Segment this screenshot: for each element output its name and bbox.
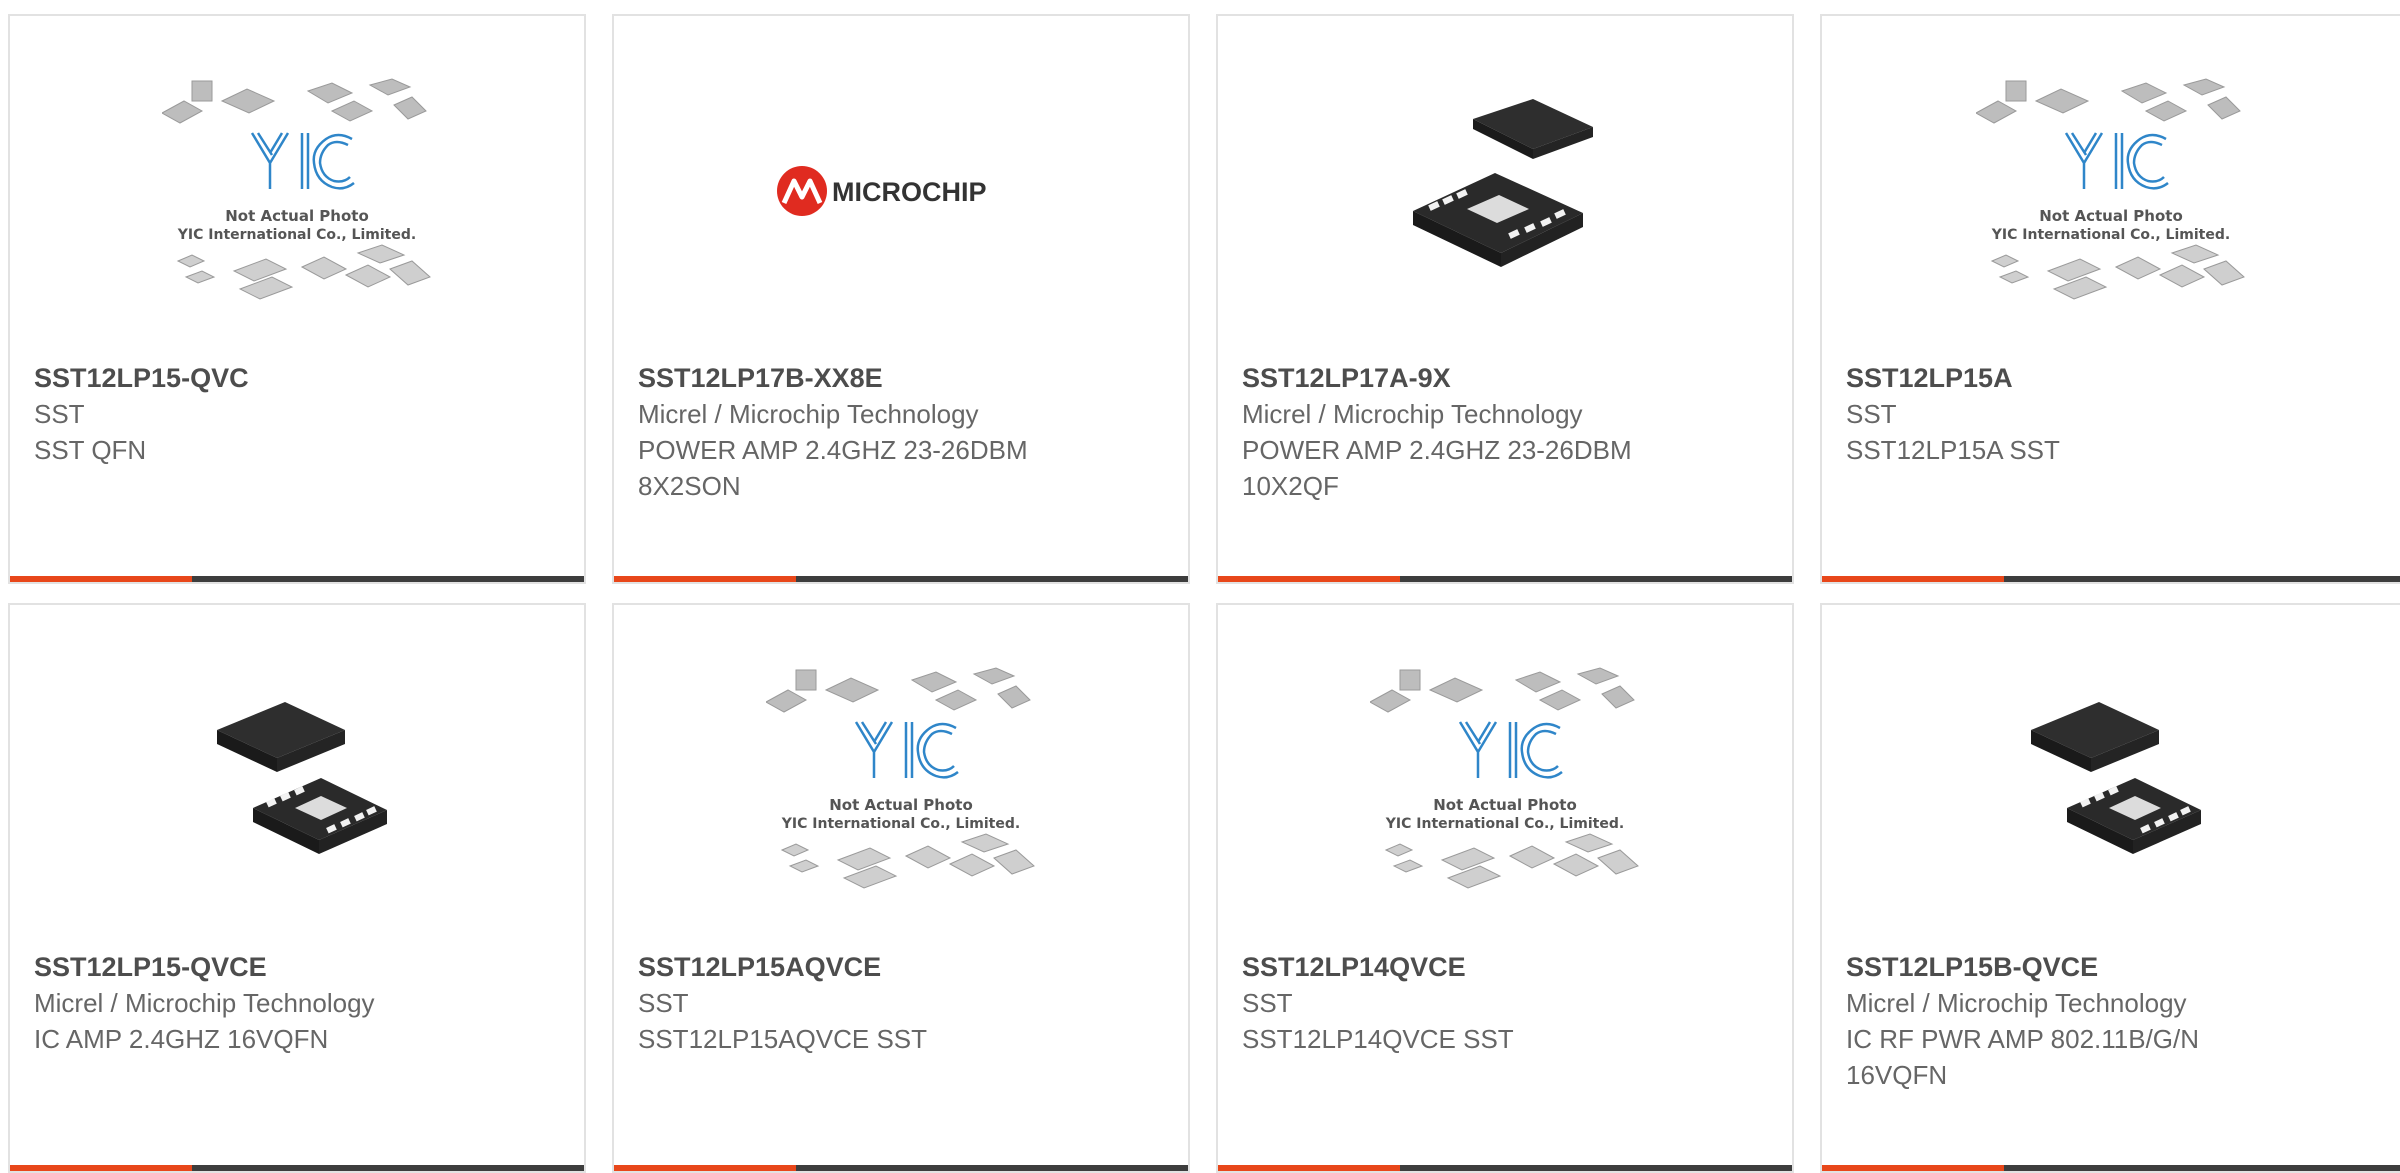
svg-text:YIC International Co., Limited: YIC International Co., Limited. bbox=[1991, 227, 2230, 243]
card-bottom-bar bbox=[10, 576, 584, 582]
product-image[interactable] bbox=[1370, 86, 1640, 296]
description: SST12LP15A SST bbox=[1846, 435, 2060, 465]
description: IC AMP 2.4GHZ 16VQFN bbox=[34, 1024, 329, 1054]
qfn-chip-image bbox=[217, 702, 387, 854]
product-info: SST12LP15B-QVCE Micrel / Microchip Techn… bbox=[1846, 949, 2394, 1093]
product-grid: Not Actual Photo YIC International Co., … bbox=[0, 0, 2400, 1173]
product-info: SST12LP14QVCE SST SST12LP14QVCE SST bbox=[1242, 949, 1768, 1057]
not-actual-photo-image: Not Actual Photo YIC International Co., … bbox=[1370, 667, 1639, 889]
svg-text:Not Actual Photo: Not Actual Photo bbox=[2039, 207, 2183, 225]
manufacturer: Micrel / Microchip Technology bbox=[638, 399, 979, 429]
description: SST12LP14QVCE SST bbox=[1242, 1024, 1514, 1054]
card-accent-bar bbox=[10, 1165, 192, 1171]
card-accent-bar bbox=[1822, 576, 2004, 582]
microchip-logo: MICROCHIP bbox=[777, 166, 987, 216]
product-card[interactable]: Not Actual Photo YIC International Co., … bbox=[612, 603, 1190, 1173]
not-actual-photo-image: Not Actual Photo YIC International Co., … bbox=[162, 78, 431, 300]
manufacturer: Micrel / Microchip Technology bbox=[34, 988, 375, 1018]
manufacturer: Micrel / Microchip Technology bbox=[1846, 988, 2187, 1018]
description: POWER AMP 2.4GHZ 23-26DBM 10X2QF bbox=[1242, 435, 1632, 501]
svg-text:Not Actual Photo: Not Actual Photo bbox=[225, 207, 369, 225]
part-number[interactable]: SST12LP17A-9X bbox=[1242, 360, 1768, 396]
svg-text:YIC International Co., Limited: YIC International Co., Limited. bbox=[781, 816, 1020, 832]
product-info: SST12LP15-QVC SST SST QFN bbox=[34, 360, 560, 468]
product-info: SST12LP15AQVCE SST SST12LP15AQVCE SST bbox=[638, 949, 1164, 1057]
card-bottom-bar bbox=[10, 1165, 584, 1171]
card-bottom-bar bbox=[1218, 1165, 1792, 1171]
description: SST12LP15AQVCE SST bbox=[638, 1024, 928, 1054]
svg-text:YIC International Co., Limited: YIC International Co., Limited. bbox=[1385, 816, 1624, 832]
product-card[interactable]: Not Actual Photo YIC International Co., … bbox=[8, 14, 586, 584]
product-card[interactable]: MICROCHIP SST12LP17B-XX8E Micrel / Micro… bbox=[612, 14, 1190, 584]
product-card[interactable]: SST12LP15B-QVCE Micrel / Microchip Techn… bbox=[1820, 603, 2400, 1173]
card-accent-bar bbox=[1218, 1165, 1400, 1171]
product-info: SST12LP15A SST SST12LP15A SST bbox=[1846, 360, 2394, 468]
part-number[interactable]: SST12LP15B-QVCE bbox=[1846, 949, 2394, 985]
svg-text:Not Actual Photo: Not Actual Photo bbox=[1433, 796, 1577, 814]
part-number[interactable]: SST12LP15-QVC bbox=[34, 360, 560, 396]
description: IC RF PWR AMP 802.11B/G/N 16VQFN bbox=[1846, 1024, 2200, 1090]
card-accent-bar bbox=[1218, 576, 1400, 582]
card-bottom-bar bbox=[614, 1165, 1188, 1171]
manufacturer: SST bbox=[1242, 988, 1293, 1018]
product-info: SST12LP17B-XX8E Micrel / Microchip Techn… bbox=[638, 360, 1164, 504]
product-info: SST12LP15-QVCE Micrel / Microchip Techno… bbox=[34, 949, 560, 1057]
description: SST QFN bbox=[34, 435, 147, 465]
product-card[interactable]: Not Actual Photo YIC International Co., … bbox=[1216, 603, 1794, 1173]
product-image[interactable]: Not Actual Photo YIC International Co., … bbox=[1976, 78, 2246, 300]
qfn-chip-image bbox=[1413, 99, 1593, 267]
card-accent-bar bbox=[1822, 1165, 2004, 1171]
card-accent-bar bbox=[614, 1165, 796, 1171]
part-number[interactable]: SST12LP15-QVCE bbox=[34, 949, 560, 985]
not-actual-photo-image: Not Actual Photo YIC International Co., … bbox=[1976, 78, 2245, 300]
svg-text:Not Actual Photo: Not Actual Photo bbox=[829, 796, 973, 814]
product-card[interactable]: SST12LP15-QVCE Micrel / Microchip Techno… bbox=[8, 603, 586, 1173]
card-bottom-bar bbox=[1822, 1165, 2400, 1171]
card-bottom-bar bbox=[1218, 576, 1792, 582]
not-actual-photo-image: Not Actual Photo YIC International Co., … bbox=[766, 667, 1035, 889]
product-card[interactable]: SST12LP17A-9X Micrel / Microchip Technol… bbox=[1216, 14, 1794, 584]
product-image[interactable]: Not Actual Photo YIC International Co., … bbox=[766, 667, 1036, 889]
card-bottom-bar bbox=[614, 576, 1188, 582]
manufacturer: SST bbox=[1846, 399, 1897, 429]
product-image[interactable]: Not Actual Photo YIC International Co., … bbox=[162, 78, 432, 300]
description: POWER AMP 2.4GHZ 23-26DBM 8X2SON bbox=[638, 435, 1028, 501]
product-card[interactable]: Not Actual Photo YIC International Co., … bbox=[1820, 14, 2400, 584]
product-image[interactable] bbox=[1976, 675, 2246, 885]
card-bottom-bar bbox=[1822, 576, 2400, 582]
qfn-chip-image bbox=[2031, 702, 2201, 854]
svg-text:YIC International Co., Limited: YIC International Co., Limited. bbox=[177, 227, 416, 243]
svg-text:MICROCHIP: MICROCHIP bbox=[832, 177, 987, 207]
part-number[interactable]: SST12LP15AQVCE bbox=[638, 949, 1164, 985]
product-info: SST12LP17A-9X Micrel / Microchip Technol… bbox=[1242, 360, 1768, 504]
part-number[interactable]: SST12LP15A bbox=[1846, 360, 2394, 396]
product-image[interactable] bbox=[162, 675, 432, 885]
part-number[interactable]: SST12LP14QVCE bbox=[1242, 949, 1768, 985]
card-accent-bar bbox=[614, 576, 796, 582]
manufacturer: Micrel / Microchip Technology bbox=[1242, 399, 1583, 429]
product-image[interactable]: Not Actual Photo YIC International Co., … bbox=[1370, 667, 1640, 889]
manufacturer: SST bbox=[638, 988, 689, 1018]
manufacturer: SST bbox=[34, 399, 85, 429]
card-accent-bar bbox=[10, 576, 192, 582]
part-number[interactable]: SST12LP17B-XX8E bbox=[638, 360, 1164, 396]
product-image[interactable]: MICROCHIP bbox=[766, 86, 1036, 296]
